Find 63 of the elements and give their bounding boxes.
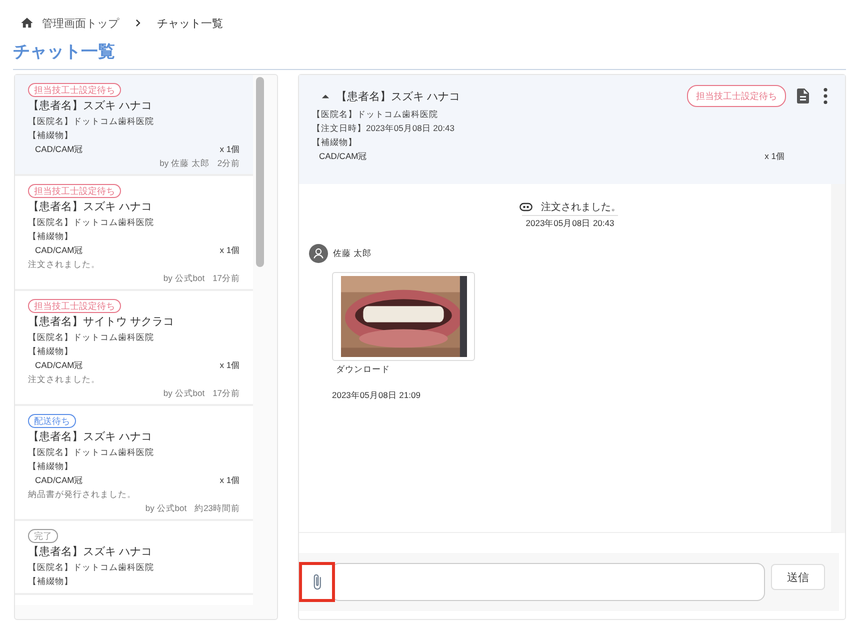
clinic-name: 【医院名】ドットコム歯科医院 [28,561,155,574]
clinic-name: 【医院名】ドットコム歯科医院 [28,331,155,344]
download-link[interactable]: ダウンロード [336,364,831,376]
page-title: チャット一覧 [13,34,846,70]
last-message: 注文されました。 [28,373,101,386]
document-icon [794,86,812,106]
message-author: by 佐藤 太郎 [160,157,210,169]
status-tag: 完了 [28,529,58,543]
clinic-name: 【医院名】ドットコム歯科医院 [312,108,439,121]
prosthesis-item: CAD/CAM冠 [35,474,84,487]
send-button[interactable]: 送信 [771,564,825,590]
attach-button[interactable] [299,562,335,602]
order-date: 【注文日時】2023年05月08日 20:43 [312,122,456,135]
last-message: 注文されました。 [28,258,101,271]
prosthesis-label: 【補綴物】 [28,575,74,588]
sender-name: 佐藤 太郎 [333,248,372,260]
chat-list-item[interactable]: 担当技工士設定待ち 【患者名】スズキ ハナコ 【医院名】ドットコム歯科医院 【補綴物】 CAD/CAM冠 x 1個 by 佐藤 太郎 2分前 [15,75,254,176]
message-time: 2023年05月08日 21:09 [332,390,422,402]
quantity: x 1個 [764,150,785,163]
clinic-name: 【医院名】ドットコム歯科医院 [28,115,155,128]
status-tag: 担当技工士設定待ち [687,85,786,107]
message-author: by 公式bot [145,502,187,514]
message-time: 2023年05月08日 20:43 [522,215,618,230]
prosthesis-label: 【補綴物】 [28,345,74,358]
patient-name: 【患者名】スズキ ハナコ [28,99,154,114]
patient-name: 【患者名】スズキ ハナコ [28,545,154,560]
avatar-icon [309,244,328,263]
message-time: 17分前 [212,387,240,399]
prosthesis-label: 【補綴物】 [28,129,74,142]
prosthesis-label: 【補綴物】 [312,136,358,149]
message-author: by 公式bot [163,387,205,399]
breadcrumb-current: チャット一覧 [157,16,223,30]
status-tag: 担当技工士設定待ち [28,184,121,198]
prosthesis-label: 【補綴物】 [28,460,74,473]
robot-icon [519,202,533,212]
clinic-name: 【医院名】ドットコム歯科医院 [28,446,155,459]
prosthesis-item: CAD/CAM冠 [35,359,84,372]
quantity: x 1個 [220,244,240,257]
quantity: x 1個 [220,474,240,487]
prosthesis-label: 【補綴物】 [28,230,74,243]
status-tag: 担当技工士設定待ち [28,83,121,97]
clinic-name: 【医院名】ドットコム歯科医院 [28,216,155,229]
message-time: 17分前 [212,272,240,284]
more-vertical-icon [823,88,828,104]
quantity: x 1個 [220,143,240,156]
system-message: 注文されました。 [541,200,621,214]
scrollbar-thumb[interactable] [256,77,264,267]
patient-name: 【患者名】スズキ ハナコ [28,430,154,445]
status-tag: 配送待ち [28,414,76,428]
status-tag: 担当技工士設定待ち [28,299,121,313]
last-message: 納品書が発行されました。 [28,488,137,501]
quantity: x 1個 [220,359,240,372]
breadcrumb-link[interactable]: 管理画面トップ [42,16,119,30]
prosthesis-item: CAD/CAM冠 [319,150,368,163]
prosthesis-item: CAD/CAM冠 [35,244,84,257]
patient-name: 【患者名】スズキ ハナコ [336,90,460,104]
message-time: 約23時間前 [194,502,240,514]
message-author: by 公式bot [163,272,205,284]
message-time: 2分前 [217,157,240,169]
home-icon [20,16,34,30]
patient-name: 【患者名】スズキ ハナコ [28,200,154,215]
prosthesis-item: CAD/CAM冠 [35,143,84,156]
patient-name: 【患者名】サイトウ サクラコ [28,315,176,330]
